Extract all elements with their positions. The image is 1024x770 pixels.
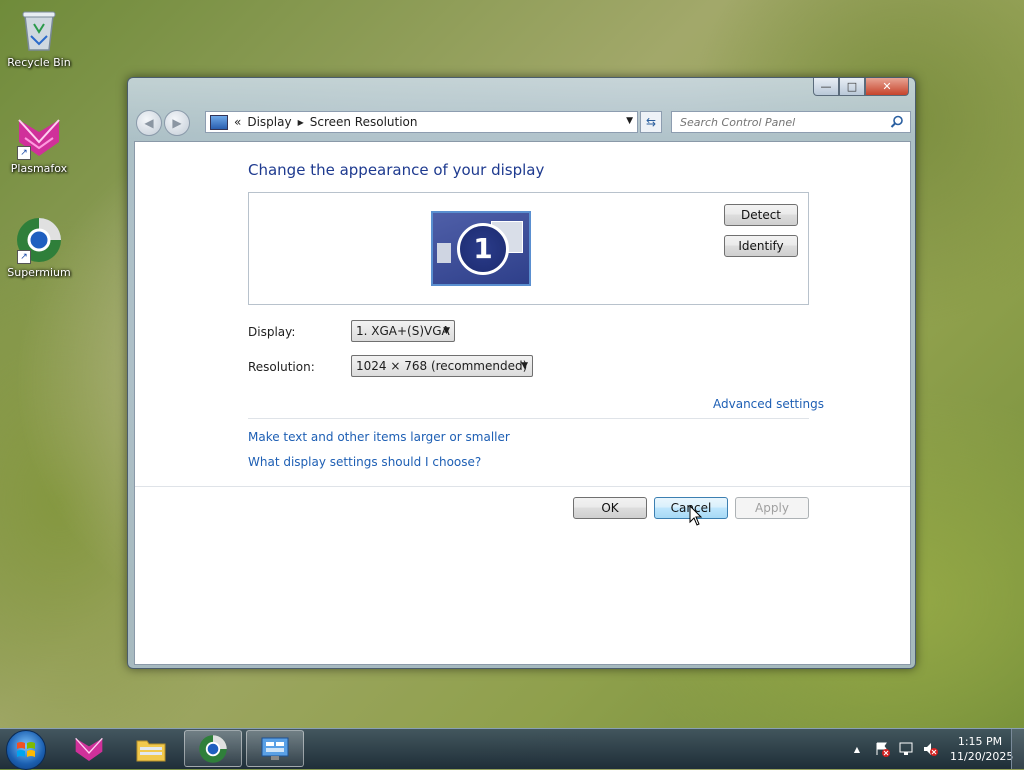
folder-icon	[136, 740, 166, 761]
taskbar: ▲ 1:15 PM 11/20/2025	[0, 728, 1024, 770]
back-button[interactable]: ◀	[136, 110, 162, 136]
back-arrow-icon: ◀	[144, 116, 154, 130]
refresh-button[interactable]: ⇆	[640, 111, 662, 133]
page-title: Change the appearance of your display	[248, 161, 545, 179]
recycle-bin-icon	[15, 6, 63, 54]
search-input[interactable]	[678, 114, 887, 130]
breadcrumb-separator-icon[interactable]: ▶	[298, 118, 304, 127]
plasmafox-icon	[75, 737, 103, 761]
text-size-link[interactable]: Make text and other items larger or smal…	[248, 430, 510, 444]
search-icon[interactable]	[890, 115, 904, 129]
monitor-number: 1	[457, 223, 509, 275]
desktop-icon-plasmafox[interactable]: ↗ Plasmafox	[1, 112, 77, 175]
clock[interactable]: 1:15 PM 11/20/2025	[950, 734, 1014, 764]
chevron-down-icon: ▼	[521, 361, 528, 371]
supermium-icon: ↗	[15, 216, 63, 264]
forward-arrow-icon: ▶	[172, 116, 182, 130]
advanced-settings-link[interactable]: Advanced settings	[713, 397, 824, 411]
apply-button[interactable]: Apply	[735, 497, 809, 519]
start-button[interactable]	[6, 730, 46, 770]
monitor-sidebar-graphic	[437, 243, 451, 263]
resolution-label: Resolution:	[248, 360, 315, 374]
content-pane: Change the appearance of your display 1 …	[134, 141, 911, 665]
address-dropdown-icon[interactable]: ▼	[626, 116, 633, 126]
chevron-down-icon: ▼	[443, 326, 450, 336]
taskbar-supermium[interactable]	[184, 730, 242, 767]
show-desktop-button[interactable]	[1011, 729, 1024, 769]
supermium-icon	[199, 734, 227, 763]
display-settings-help-link[interactable]: What display settings should I choose?	[248, 455, 481, 469]
navigation-bar: ◀ ▶ « Display ▶ Screen Resolution ▼ ⇆	[136, 109, 911, 137]
refresh-icon: ⇆	[645, 115, 657, 129]
display-dropdown-value: 1. XGA+(S)VGA	[356, 324, 450, 338]
action-center-icon[interactable]	[874, 741, 890, 757]
breadcrumb-screen-resolution[interactable]: Screen Resolution	[310, 115, 418, 129]
display-preview: 1 Detect Identify	[248, 192, 809, 305]
maximize-button[interactable]: □	[839, 78, 865, 96]
breadcrumb-display[interactable]: Display	[247, 115, 291, 129]
control-panel-icon	[210, 114, 228, 130]
system-tray: ▲ 1:15 PM 11/20/2025	[854, 729, 1014, 769]
minimize-button[interactable]: —	[813, 78, 839, 96]
divider	[135, 486, 910, 487]
desktop-icon-supermium[interactable]: ↗ Supermium	[1, 216, 77, 279]
caption-buttons: — □ ✕	[813, 78, 909, 96]
desktop-icon-label: Supermium	[7, 266, 71, 279]
resolution-dropdown-value: 1024 × 768 (recommended)	[356, 359, 528, 373]
display-dropdown[interactable]: 1. XGA+(S)VGA ▼	[351, 320, 455, 342]
divider	[248, 418, 809, 419]
taskbar-control-panel[interactable]	[246, 730, 304, 767]
monitor-1[interactable]: 1	[431, 211, 531, 286]
search-box[interactable]	[671, 111, 911, 133]
windows-logo-icon	[17, 742, 35, 757]
taskbar-plasmafox[interactable]	[60, 730, 118, 767]
forward-button[interactable]: ▶	[164, 110, 190, 136]
display-settings-icon	[261, 737, 289, 760]
screen-resolution-window: — □ ✕ ◀ ▶ « Display ▶ Screen Resolution …	[127, 77, 916, 669]
detect-button[interactable]: Detect	[724, 204, 798, 226]
desktop-icon-label: Recycle Bin	[7, 56, 71, 69]
identify-button[interactable]: Identify	[724, 235, 798, 257]
desktop-icon-recycle-bin[interactable]: Recycle Bin	[1, 6, 77, 69]
address-bar[interactable]: « Display ▶ Screen Resolution ▼	[205, 111, 638, 133]
shortcut-arrow-icon: ↗	[17, 250, 31, 264]
resolution-dropdown[interactable]: 1024 × 768 (recommended) ▼	[351, 355, 533, 377]
network-icon[interactable]	[898, 741, 914, 757]
ok-button[interactable]: OK	[573, 497, 647, 519]
close-button[interactable]: ✕	[865, 78, 909, 96]
clock-time: 1:15 PM	[957, 735, 1003, 748]
plasmafox-icon: ↗	[15, 112, 63, 160]
volume-muted-icon[interactable]	[922, 741, 938, 757]
show-hidden-icons-button[interactable]: ▲	[854, 745, 860, 754]
desktop-icon-label: Plasmafox	[10, 162, 68, 175]
display-label: Display:	[248, 325, 296, 339]
clock-date: 11/20/2025	[950, 750, 1014, 763]
shortcut-arrow-icon: ↗	[17, 146, 31, 160]
mouse-cursor-icon	[689, 505, 703, 526]
address-prefix[interactable]: «	[234, 115, 241, 129]
taskbar-explorer[interactable]	[122, 730, 180, 767]
